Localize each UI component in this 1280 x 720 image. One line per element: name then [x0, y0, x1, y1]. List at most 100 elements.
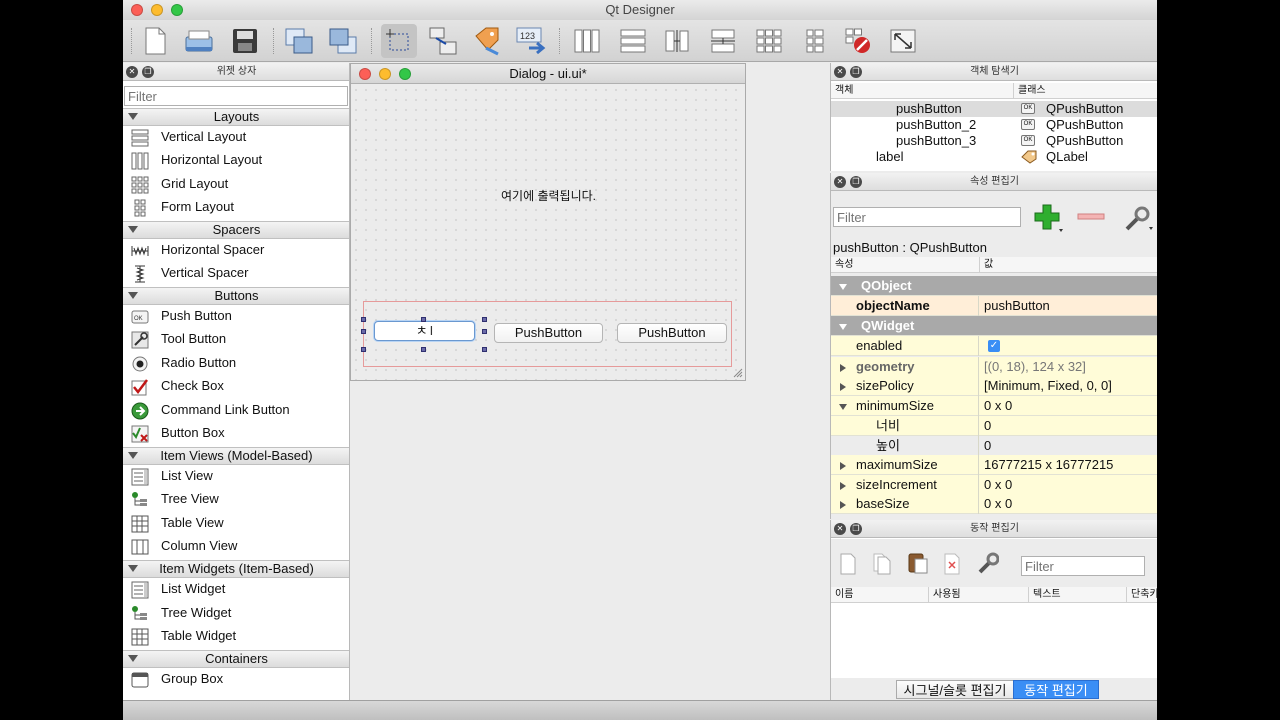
resize-handle[interactable] — [421, 347, 426, 352]
widget-item-tree-widget[interactable]: Tree Widget — [123, 602, 349, 625]
tree-row[interactable]: pushButton_2 OK QPushButton — [831, 117, 1157, 133]
minimize-window-button[interactable] — [151, 4, 163, 16]
widget-item-command-link-button[interactable]: Command Link Button — [123, 399, 349, 422]
float-dock-icon[interactable]: ❐ — [850, 66, 862, 78]
layout-form-icon[interactable] — [797, 24, 833, 58]
configure-wrench-icon[interactable] — [1123, 205, 1155, 233]
widget-item-tool-button[interactable]: Tool Button — [123, 328, 349, 351]
layout-horizontal-icon[interactable] — [569, 24, 605, 58]
property-row-enabled[interactable]: enabled ✓ — [831, 336, 1157, 356]
edit-signals-slots-icon[interactable] — [425, 24, 461, 58]
widget-item-tree-view[interactable]: Tree View — [123, 488, 349, 511]
close-dock-icon[interactable]: ✕ — [834, 176, 846, 188]
category-spacers[interactable]: Spacers — [123, 221, 349, 239]
property-value[interactable]: 0 x 0 — [984, 494, 1012, 514]
enabled-checkbox[interactable]: ✓ — [988, 340, 1000, 352]
edit-buddies-icon[interactable] — [469, 24, 505, 58]
float-dock-icon[interactable]: ❐ — [850, 176, 862, 188]
property-row-minimumsize[interactable]: minimumSize 0 x 0 — [831, 396, 1157, 416]
bring-to-front-icon[interactable] — [325, 24, 361, 58]
output-label[interactable]: 여기에 출력됩니다. — [501, 187, 596, 204]
close-window-button[interactable] — [131, 4, 143, 16]
property-row-sizepolicy[interactable]: sizePolicy [Minimum, Fixed, 0, 0] — [831, 376, 1157, 396]
float-dock-icon[interactable]: ❐ — [142, 66, 154, 78]
column-header-object[interactable]: 객체 — [831, 83, 1013, 99]
widget-item-vertical-layout[interactable]: Vertical Layout — [123, 126, 349, 149]
category-containers[interactable]: Containers — [123, 650, 349, 668]
push-button-3[interactable]: PushButton — [617, 323, 727, 343]
resize-handle[interactable] — [421, 317, 426, 322]
column-header-class[interactable]: 클래스 — [1013, 83, 1157, 99]
edit-widgets-icon[interactable] — [381, 24, 417, 58]
close-dock-icon[interactable]: ✕ — [126, 66, 138, 78]
column-header-used[interactable]: 사용됨 — [928, 587, 1028, 603]
widget-item-table-view[interactable]: Table View — [123, 512, 349, 535]
tree-row[interactable]: label QLabel — [831, 149, 1157, 165]
property-filter-input[interactable] — [833, 207, 1021, 227]
resize-handle[interactable] — [361, 347, 366, 352]
paste-action-icon[interactable] — [907, 552, 929, 574]
column-header-text[interactable]: 텍스트 — [1028, 587, 1126, 603]
new-form-icon[interactable] — [137, 24, 173, 58]
close-dock-icon[interactable]: ✕ — [834, 523, 846, 535]
remove-property-icon[interactable] — [1077, 211, 1105, 223]
property-row-basesize[interactable]: baseSize 0 x 0 — [831, 494, 1157, 514]
tab-action-editor[interactable]: 동작 편집기 — [1013, 680, 1099, 699]
send-to-back-icon[interactable] — [281, 24, 317, 58]
property-group-qwidget[interactable]: QWidget — [831, 316, 1157, 336]
property-value[interactable]: 0 — [984, 436, 991, 456]
widget-item-column-view[interactable]: Column View — [123, 535, 349, 558]
category-layouts[interactable]: Layouts — [123, 108, 349, 126]
push-button-2[interactable]: PushButton — [494, 323, 603, 343]
new-action-icon[interactable] — [837, 553, 859, 575]
action-filter-input[interactable] — [1021, 556, 1145, 576]
widget-item-push-button[interactable]: OK Push Button — [123, 305, 349, 328]
resize-handle[interactable] — [482, 347, 487, 352]
property-group-qobject[interactable]: QObject — [831, 276, 1157, 296]
property-row-sizeincrement[interactable]: sizeIncrement 0 x 0 — [831, 475, 1157, 495]
property-value[interactable]: [(0, 18), 124 x 32] — [984, 357, 1086, 377]
adjust-size-icon[interactable] — [885, 24, 921, 58]
widget-item-radio-button[interactable]: Radio Button — [123, 352, 349, 375]
close-dock-icon[interactable]: ✕ — [834, 66, 846, 78]
column-header-property[interactable]: 속성 — [831, 257, 979, 273]
widget-item-horizontal-layout[interactable]: Horizontal Layout — [123, 149, 349, 172]
widget-item-check-box[interactable]: Check Box — [123, 375, 349, 398]
configure-wrench-icon[interactable] — [977, 552, 999, 574]
float-dock-icon[interactable]: ❐ — [850, 523, 862, 535]
form-close-button[interactable] — [359, 68, 371, 80]
resize-handle[interactable] — [482, 329, 487, 334]
property-value[interactable]: 0 x 0 — [984, 396, 1012, 416]
property-row-objectname[interactable]: objectName pushButton — [831, 296, 1157, 316]
form-minimize-button[interactable] — [379, 68, 391, 80]
layout-v-splitter-icon[interactable] — [705, 24, 741, 58]
open-form-icon[interactable] — [181, 24, 217, 58]
layout-grid-icon[interactable] — [751, 24, 787, 58]
property-value[interactable]: 0 x 0 — [984, 475, 1012, 495]
property-value[interactable]: 0 — [984, 416, 991, 436]
property-row-maximumsize[interactable]: maximumSize 16777215 x 16777215 — [831, 455, 1157, 475]
copy-action-icon[interactable] — [871, 553, 893, 575]
property-row-geometry[interactable]: geometry [(0, 18), 124 x 32] — [831, 357, 1157, 377]
edit-tab-order-icon[interactable]: 123 — [513, 24, 549, 58]
tab-signal-slot-editor[interactable]: 시그널/슬롯 편집기 — [896, 680, 1014, 699]
category-item-widgets[interactable]: Item Widgets (Item-Based) — [123, 560, 349, 578]
layout-h-splitter-icon[interactable] — [659, 24, 695, 58]
widget-filter-input[interactable] — [124, 86, 348, 106]
widget-item-horizontal-spacer[interactable]: Horizontal Spacer — [123, 239, 349, 262]
save-form-icon[interactable] — [227, 24, 263, 58]
widget-item-list-widget[interactable]: List Widget — [123, 578, 349, 601]
property-value[interactable]: 16777215 x 16777215 — [984, 455, 1113, 475]
resize-handle[interactable] — [482, 317, 487, 322]
form-canvas[interactable]: 여기에 출력됩니다. ㅊI PushButton PushButton — [351, 85, 745, 380]
zoom-window-button[interactable] — [171, 4, 183, 16]
column-header-value[interactable]: 값 — [979, 257, 1157, 273]
category-buttons[interactable]: Buttons — [123, 287, 349, 305]
widget-item-table-widget[interactable]: Table Widget — [123, 625, 349, 648]
delete-action-icon[interactable] — [941, 553, 963, 575]
property-row-min-height[interactable]: 높이 0 — [831, 436, 1157, 456]
tree-row[interactable]: pushButton OK QPushButton — [831, 101, 1157, 117]
widget-item-grid-layout[interactable]: Grid Layout — [123, 173, 349, 196]
form-zoom-button[interactable] — [399, 68, 411, 80]
add-dynamic-property-icon[interactable] — [1033, 203, 1065, 233]
